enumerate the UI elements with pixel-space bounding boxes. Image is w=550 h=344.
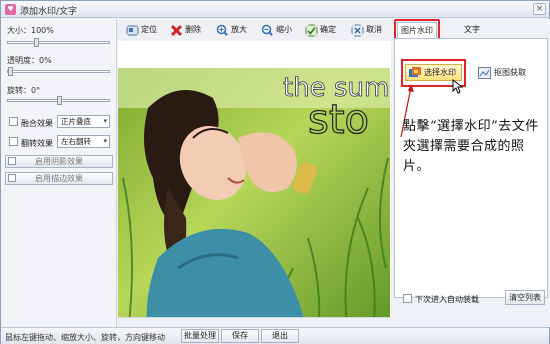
image-gallery-icon — [409, 67, 421, 77]
capture-icon — [478, 67, 491, 79]
cancel-icon — [351, 24, 364, 37]
save-button[interactable]: 保存 — [221, 329, 259, 343]
mouse-cursor-icon — [452, 79, 464, 94]
blend-select-value: 正片叠底 — [61, 117, 91, 126]
capture-button[interactable]: 抠图获取 — [478, 66, 526, 80]
chevron-down-icon: ▾ — [103, 137, 107, 145]
blend-checkbox[interactable] — [9, 117, 18, 126]
auto-load-label: 下次进入自动装载 — [415, 295, 479, 304]
rotation-slider[interactable] — [7, 96, 110, 105]
flip-select-value: 左右翻转 — [61, 137, 91, 146]
rotation-label: 旋转：0° — [7, 86, 41, 95]
zoom-out-icon — [261, 24, 274, 37]
app-icon: ♥ — [5, 4, 16, 15]
shadow-button-label: 启用阴影效果 — [35, 157, 83, 166]
exit-button[interactable]: 退出 — [261, 329, 299, 343]
opacity-label: 透明度：0% — [7, 56, 52, 65]
preview-canvas[interactable]: the sum sto — [118, 41, 391, 333]
confirm-icon — [305, 24, 318, 37]
window-title: 添加水印/文字 — [20, 7, 78, 17]
toolbar: 定位 删除 放大 缩小 确定 取消 — [118, 19, 391, 41]
clear-list-button[interactable]: 清空列表 — [505, 290, 545, 305]
select-watermark-label: 选择水印 — [424, 68, 456, 77]
photo-image: the sum sto — [118, 68, 390, 333]
flip-label: 翻转效果 — [21, 139, 53, 148]
watermark-panel: 图片水印 文字 选择水印 抠图获取 點擊“選擇水印”去文件夾選擇需要合成的照片。… — [392, 19, 550, 327]
watermark-text-line2: sto — [308, 97, 369, 143]
opacity-slider[interactable] — [7, 67, 110, 76]
capture-label: 抠图获取 — [494, 68, 526, 77]
stroke-checkbox[interactable] — [8, 174, 16, 182]
properties-panel: 大小：100% 透明度：0% 旋转：0° 融合效果 正片叠底 ▾ 翻转效果 左右… — [1, 19, 117, 327]
batch-process-button[interactable]: 批量处理 — [181, 329, 219, 343]
horizontal-scrollbar[interactable] — [118, 317, 391, 327]
flip-select[interactable]: 左右翻转 ▾ — [57, 135, 110, 148]
status-hint: 鼠标左键拖动、缩放大小、旋转，方向键移动 — [5, 333, 165, 342]
size-slider[interactable] — [7, 38, 110, 47]
rotation-slider-thumb[interactable] — [57, 96, 62, 105]
instruction-text: 點擊“選擇水印”去文件夾選擇需要合成的照片。 — [403, 119, 539, 174]
title-bar: ♥ 添加水印/文字 × — [1, 1, 549, 18]
blend-label: 融合效果 — [21, 119, 53, 128]
status-bar: 鼠标左键拖动、缩放大小、旋转，方向键移动 批量处理 保存 退出 — [1, 327, 549, 344]
shadow-checkbox[interactable] — [8, 157, 16, 165]
tab-text[interactable]: 文字 — [452, 22, 492, 38]
shadow-effect-button[interactable]: 启用阴影效果 — [5, 155, 113, 168]
zoom-in-icon — [216, 24, 229, 37]
chevron-down-icon: ▾ — [103, 117, 107, 125]
auto-load-checkbox[interactable] — [403, 294, 412, 303]
stroke-button-label: 启用描边效果 — [35, 174, 83, 183]
delete-icon — [170, 24, 183, 37]
tab-picture-watermark[interactable]: 图片水印 — [397, 22, 437, 38]
app-window: ♥ 添加水印/文字 × 大小：100% 透明度：0% 旋转：0° 融合效果 正片… — [0, 0, 550, 344]
stroke-effect-button[interactable]: 启用描边效果 — [5, 172, 113, 185]
close-button[interactable]: × — [533, 3, 546, 15]
position-icon — [126, 25, 139, 36]
blend-select[interactable]: 正片叠底 ▾ — [57, 115, 110, 128]
preview-photo: the sum sto — [118, 68, 390, 333]
size-slider-thumb[interactable] — [34, 38, 39, 47]
size-label: 大小：100% — [7, 26, 54, 35]
watermark-list-area: 选择水印 抠图获取 點擊“選擇水印”去文件夾選擇需要合成的照片。 下次进入自动装… — [394, 38, 548, 305]
opacity-slider-thumb[interactable] — [8, 67, 13, 76]
flip-checkbox[interactable] — [9, 137, 18, 146]
